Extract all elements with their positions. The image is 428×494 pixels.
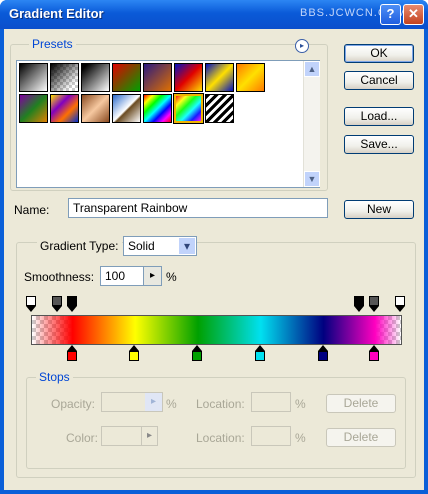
opacity-stop[interactable] [51, 296, 62, 312]
smoothness-label: Smoothness: [24, 270, 95, 284]
window-title: Gradient Editor [9, 6, 104, 21]
color-label: Color: [66, 431, 99, 445]
name-field[interactable]: Transparent Rainbow [68, 198, 328, 218]
color-delete-button[interactable]: Delete [326, 428, 396, 447]
presets-label: Presets [29, 37, 76, 51]
gradient-type-value: Solid [128, 239, 155, 253]
presets-scrollbar[interactable]: ▲ ▼ [303, 61, 320, 187]
preset-swatch-transparent-stripes[interactable] [205, 94, 234, 123]
opacity-stop[interactable] [66, 296, 77, 312]
ok-button[interactable]: OK [344, 44, 414, 63]
color-stop[interactable] [369, 345, 380, 361]
smoothness-unit: % [166, 270, 177, 284]
presets-list[interactable]: ▲ ▼ [16, 60, 320, 188]
help-button[interactable]: ? [380, 4, 401, 25]
smoothness-step-button[interactable]: ▸ [143, 267, 161, 285]
preset-swatch-violet-orange[interactable] [143, 63, 172, 92]
scroll-up-button[interactable]: ▲ [304, 61, 320, 77]
color-location-unit: % [295, 431, 306, 445]
close-button[interactable]: ✕ [403, 4, 424, 25]
preset-swatch-yellow-violet-orange-blue[interactable] [50, 94, 79, 123]
opacity-location-unit: % [295, 397, 306, 411]
opacity-delete-button[interactable]: Delete [326, 394, 396, 413]
presets-menu-button[interactable]: ▸ [295, 39, 309, 53]
smoothness-field[interactable]: 100 ▸ [100, 266, 162, 286]
opacity-field[interactable]: ▸ [101, 392, 163, 412]
preset-swatch-spectrum[interactable] [143, 94, 172, 123]
gradient-fill [32, 316, 401, 344]
new-button[interactable]: New [344, 200, 414, 219]
color-location-label: Location: [196, 431, 245, 445]
cancel-button[interactable]: Cancel [344, 71, 414, 90]
gradient-editor-window: Gradient Editor BBS.JCWCN.COM ? ✕ Preset… [0, 0, 428, 494]
preset-swatch-chrome[interactable] [112, 94, 141, 123]
load-button[interactable]: Load... [344, 107, 414, 126]
gradient-type-select[interactable]: Solid ▾ [123, 236, 197, 256]
preset-swatch-blue-red-yellow[interactable] [174, 63, 203, 92]
chevron-down-icon: ▾ [179, 238, 195, 254]
preset-swatch-foreground-to-transparent[interactable] [50, 63, 79, 92]
save-button[interactable]: Save... [344, 135, 414, 154]
opacity-stop[interactable] [26, 296, 36, 312]
opacity-location-field[interactable] [251, 392, 291, 412]
preset-swatch-foreground-to-background[interactable] [19, 63, 48, 92]
preset-swatch-blue-yellow-blue[interactable] [205, 63, 234, 92]
preset-swatch-black-white[interactable] [81, 63, 110, 92]
opacity-unit: % [166, 397, 177, 411]
name-label: Name: [14, 203, 50, 217]
preset-swatch-transparent-rainbow[interactable] [173, 93, 204, 124]
color-stop[interactable] [129, 345, 140, 361]
color-stop[interactable] [317, 345, 328, 361]
opacity-stop[interactable] [354, 296, 365, 312]
opacity-location-label: Location: [196, 397, 245, 411]
title-bar[interactable]: Gradient Editor BBS.JCWCN.COM ? ✕ [0, 0, 428, 29]
color-location-field[interactable] [251, 426, 291, 446]
color-menu-button[interactable]: ▸ [141, 427, 157, 445]
smoothness-value: 100 [105, 269, 126, 283]
opacity-label: Opacity: [51, 397, 96, 411]
color-stop[interactable] [66, 345, 77, 361]
gradient-bar[interactable] [31, 315, 402, 345]
preset-swatch-copper[interactable] [81, 94, 110, 123]
preset-swatch-red-green[interactable] [112, 63, 141, 92]
stops-group [26, 377, 406, 469]
dialog-body: Presets ▸ ▲ ▼ OK Cancel Load... Save... … [4, 29, 424, 490]
stops-label: Stops [36, 370, 73, 384]
preset-swatch-violet-green-orange[interactable] [19, 94, 48, 123]
preset-swatch-orange-yellow-orange[interactable] [236, 63, 265, 92]
gradient-type-label: Gradient Type: [37, 239, 122, 253]
scroll-down-button[interactable]: ▼ [304, 171, 320, 187]
opacity-stop[interactable] [369, 296, 380, 312]
opacity-step-button[interactable]: ▸ [145, 393, 162, 411]
opacity-stop[interactable] [395, 296, 405, 312]
color-swatch-field[interactable]: ▸ [101, 426, 158, 446]
color-stop[interactable] [254, 345, 265, 361]
color-stop[interactable] [192, 345, 203, 361]
